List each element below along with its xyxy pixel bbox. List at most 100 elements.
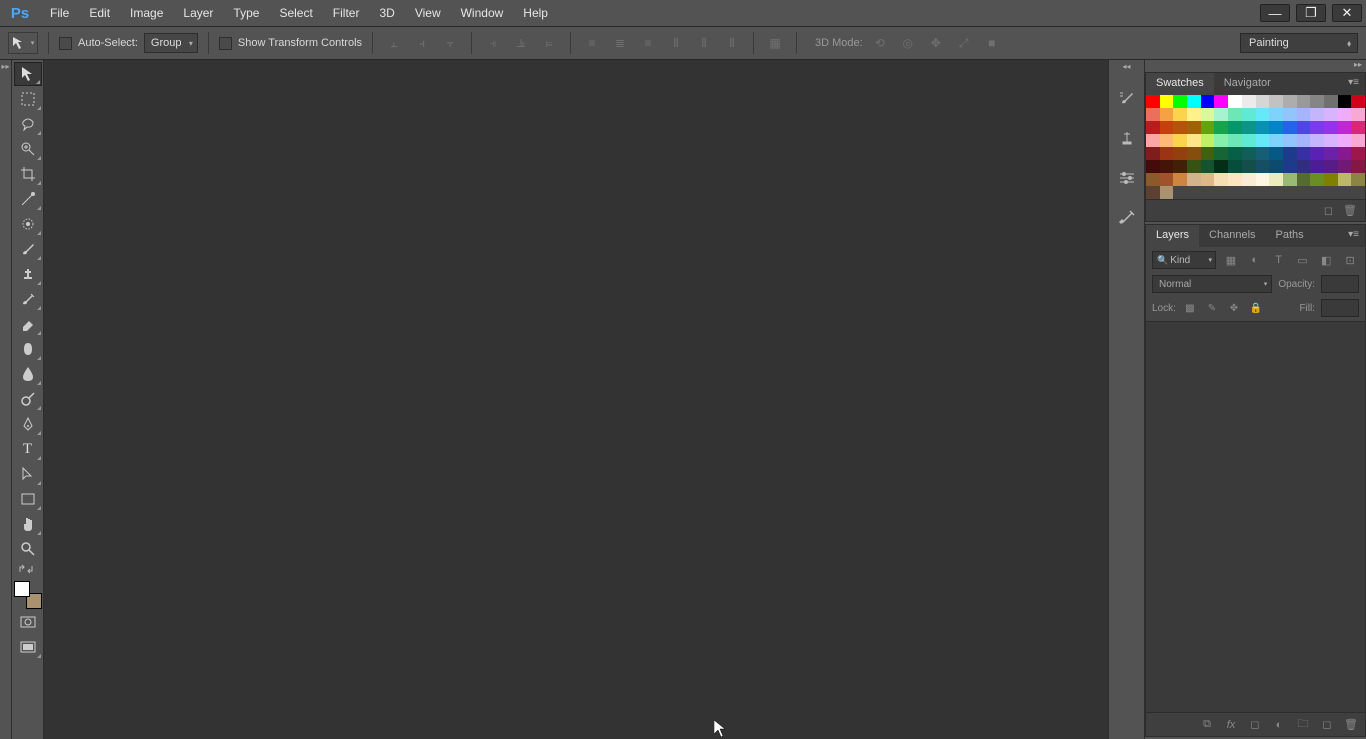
swatch[interactable] <box>1201 134 1215 147</box>
swatch[interactable] <box>1242 121 1256 134</box>
distribute-vcenter-icon[interactable]: ≣ <box>609 32 631 54</box>
swatch[interactable] <box>1283 147 1297 160</box>
swatch[interactable] <box>1201 121 1215 134</box>
gradient-tool[interactable] <box>14 337 42 361</box>
menu-select[interactable]: Select <box>269 0 322 26</box>
filter-pixel-icon[interactable]: ▦ <box>1222 251 1240 269</box>
swatch[interactable] <box>1269 121 1283 134</box>
swatch[interactable] <box>1242 173 1256 186</box>
screen-mode-tool[interactable] <box>14 635 42 659</box>
swatch[interactable] <box>1187 121 1201 134</box>
swatch[interactable] <box>1269 95 1283 108</box>
swatch[interactable] <box>1351 147 1365 160</box>
swatch[interactable] <box>1214 160 1228 173</box>
expand-toolbar-icon[interactable]: ▸▸ <box>1 62 9 739</box>
swatch[interactable] <box>1214 134 1228 147</box>
close-button[interactable]: ✕ <box>1332 4 1362 22</box>
layer-group-icon[interactable]: 🗀 <box>1295 715 1311 734</box>
collapse-panels-icon[interactable]: ▸▸ <box>1145 60 1366 72</box>
marquee-tool[interactable] <box>14 87 42 111</box>
align-right-icon[interactable]: ⫢ <box>538 32 560 54</box>
adjustments-icon[interactable] <box>1113 164 1141 192</box>
swatch[interactable] <box>1324 134 1338 147</box>
align-hcenter-icon[interactable]: ⫡ <box>510 32 532 54</box>
new-layer-icon[interactable]: ◻ <box>1319 718 1335 731</box>
layer-fx-icon[interactable]: fx <box>1223 719 1239 731</box>
swatch[interactable] <box>1283 95 1297 108</box>
swatch[interactable] <box>1214 173 1228 186</box>
swatch[interactable] <box>1297 173 1311 186</box>
swatch[interactable] <box>1214 108 1228 121</box>
swatch[interactable] <box>1297 95 1311 108</box>
swatch[interactable] <box>1310 173 1324 186</box>
eraser-tool[interactable] <box>14 312 42 336</box>
swatch[interactable] <box>1228 95 1242 108</box>
swatch[interactable] <box>1338 121 1352 134</box>
delete-swatch-icon[interactable]: 🗑 <box>1343 204 1357 217</box>
blur-tool[interactable] <box>14 362 42 386</box>
swatch[interactable] <box>1338 147 1352 160</box>
swatch[interactable] <box>1228 160 1242 173</box>
swatch[interactable] <box>1173 95 1187 108</box>
filter-adjustment-icon[interactable]: ◐ <box>1246 251 1264 269</box>
foreground-color-swatch[interactable] <box>14 581 30 597</box>
fill-field[interactable] <box>1321 299 1359 317</box>
align-vcenter-icon[interactable]: ⫞ <box>411 32 433 54</box>
filter-shape-icon[interactable]: ▭ <box>1293 251 1311 269</box>
3d-camera-icon[interactable]: ■ <box>981 32 1003 54</box>
swatch[interactable] <box>1146 121 1160 134</box>
swatch[interactable] <box>1146 160 1160 173</box>
swatch[interactable] <box>1242 95 1256 108</box>
auto-align-icon[interactable]: ▦ <box>764 32 786 54</box>
align-bottom-icon[interactable]: ⫟ <box>439 32 461 54</box>
distribute-bottom-icon[interactable]: ≡ <box>637 32 659 54</box>
history-brush-tool[interactable] <box>14 287 42 311</box>
show-transform-checkbox[interactable] <box>219 37 232 50</box>
new-swatch-icon[interactable]: ◻ <box>1324 204 1333 217</box>
swatch[interactable] <box>1173 160 1187 173</box>
swatch[interactable] <box>1351 108 1365 121</box>
canvas-area[interactable] <box>44 60 1108 739</box>
opacity-field[interactable] <box>1321 275 1359 293</box>
panel-menu-icon[interactable]: ▾≡ <box>1342 225 1365 247</box>
swatch[interactable] <box>1283 108 1297 121</box>
lock-transparency-icon[interactable]: ▩ <box>1182 300 1198 316</box>
swatch[interactable] <box>1160 147 1174 160</box>
spot-healing-tool[interactable] <box>14 212 42 236</box>
swatch[interactable] <box>1242 147 1256 160</box>
3d-pan-icon[interactable]: ✥ <box>925 32 947 54</box>
layer-filter-kind[interactable]: Kind <box>1152 251 1216 269</box>
layer-mask-icon[interactable]: ◻ <box>1247 718 1263 731</box>
tool-presets-icon[interactable] <box>1113 204 1141 232</box>
swatch[interactable] <box>1201 147 1215 160</box>
swatch[interactable] <box>1242 134 1256 147</box>
align-top-icon[interactable]: ⫠ <box>383 32 405 54</box>
swatch[interactable] <box>1173 134 1187 147</box>
swatch[interactable] <box>1187 134 1201 147</box>
swatch[interactable] <box>1256 95 1270 108</box>
swatch[interactable] <box>1338 173 1352 186</box>
swatch[interactable] <box>1256 121 1270 134</box>
link-layers-icon[interactable]: ⧉ <box>1199 718 1215 731</box>
swatch[interactable] <box>1338 160 1352 173</box>
swatch[interactable] <box>1146 186 1160 199</box>
swatch[interactable] <box>1214 147 1228 160</box>
quick-select-tool[interactable] <box>14 137 42 161</box>
swatch[interactable] <box>1228 121 1242 134</box>
swatch[interactable] <box>1160 160 1174 173</box>
swatch[interactable] <box>1297 121 1311 134</box>
workspace-switcher[interactable]: Painting <box>1240 33 1358 53</box>
tab-layers[interactable]: Layers <box>1146 225 1199 247</box>
swatch[interactable] <box>1269 134 1283 147</box>
panel-menu-icon[interactable]: ▾≡ <box>1342 73 1365 95</box>
swatch[interactable] <box>1160 186 1174 199</box>
menu-filter[interactable]: Filter <box>323 0 370 26</box>
swatch[interactable] <box>1297 160 1311 173</box>
quick-mask-tool[interactable] <box>14 610 42 634</box>
adjustment-layer-icon[interactable]: ◐ <box>1271 719 1287 731</box>
swatch[interactable] <box>1160 173 1174 186</box>
swatch[interactable] <box>1173 173 1187 186</box>
delete-layer-icon[interactable]: 🗑 <box>1343 718 1359 731</box>
rectangle-tool[interactable] <box>14 487 42 511</box>
swatch[interactable] <box>1146 147 1160 160</box>
